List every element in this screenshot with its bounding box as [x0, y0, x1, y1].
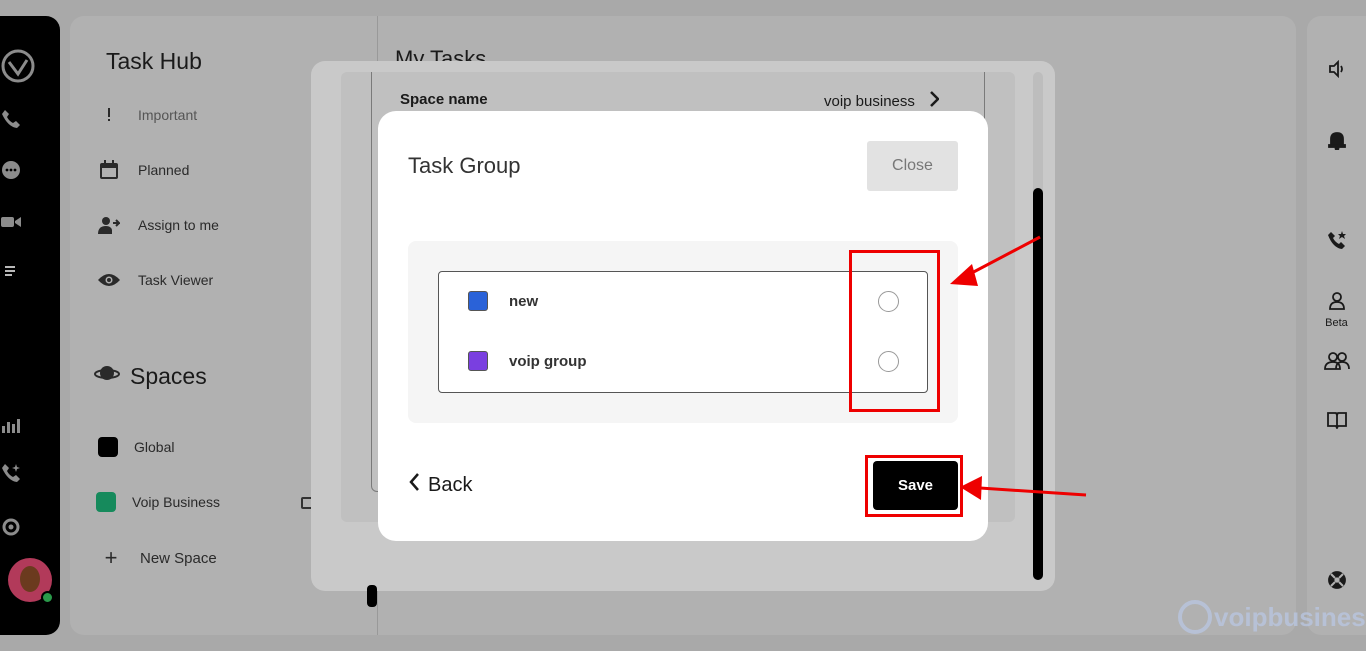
space-name-label: Space name	[400, 91, 488, 108]
analytics-icon[interactable]	[0, 414, 60, 442]
beta-label: Beta	[1325, 317, 1348, 329]
chevron-right-icon	[929, 91, 940, 111]
calendar-icon	[98, 159, 120, 181]
nav-item-label: Assign to me	[138, 217, 219, 233]
watermark: voipbusiness	[1178, 600, 1366, 634]
logo-icon[interactable]	[0, 48, 60, 88]
nav-item-label: Task Viewer	[138, 272, 214, 288]
assign-user-icon	[98, 214, 120, 236]
book-icon[interactable]	[1307, 411, 1366, 429]
tasks-icon[interactable]	[0, 258, 20, 287]
beta-user-button[interactable]: Beta	[1307, 292, 1366, 329]
avatar-face	[20, 566, 40, 592]
speaker-icon[interactable]	[1307, 60, 1366, 78]
gear-icon[interactable]	[0, 516, 60, 544]
phone-icon[interactable]	[0, 108, 60, 136]
group-label: new	[509, 292, 539, 310]
planet-icon	[94, 362, 120, 390]
space-label: Voip Business	[132, 494, 220, 510]
space-label: Global	[134, 439, 175, 455]
annotation-highlight-save	[865, 455, 963, 517]
annotation-highlight-radios	[849, 250, 940, 412]
video-icon[interactable]	[0, 214, 60, 242]
new-space-button[interactable]: + New Space	[100, 545, 217, 570]
back-label: Back	[428, 473, 473, 496]
online-status-icon	[41, 591, 54, 604]
nav-item-planned[interactable]: Planned	[98, 159, 189, 181]
team-icon[interactable]	[1307, 352, 1366, 370]
group-color-swatch	[468, 291, 488, 311]
nav-item-assign-to-me[interactable]: Assign to me	[98, 214, 219, 236]
call-star-icon[interactable]	[1307, 230, 1366, 250]
back-button[interactable]: Back	[408, 472, 472, 498]
chevron-left-icon	[408, 472, 420, 498]
dialog-scrollbar-thumb[interactable]	[1033, 188, 1043, 580]
spaces-title: Spaces	[130, 362, 207, 389]
new-space-label: New Space	[140, 549, 217, 567]
eye-icon	[98, 269, 120, 291]
call-sparkle-icon[interactable]	[0, 462, 60, 490]
group-label: voip group	[509, 352, 587, 370]
plus-icon: +	[104, 545, 118, 570]
close-button[interactable]: Close	[867, 141, 958, 191]
space-item-global[interactable]: Global	[98, 437, 174, 457]
bell-icon[interactable]	[1307, 130, 1366, 150]
watermark-text: voipbusiness	[1214, 601, 1366, 632]
nav-item-label: Important	[138, 107, 198, 123]
lifebuoy-icon[interactable]	[1307, 570, 1366, 590]
space-name-value: voip business	[824, 92, 915, 110]
panel-scrollbar-thumb[interactable]	[367, 585, 377, 607]
nav-item-important[interactable]: Important	[98, 104, 197, 126]
nav-item-task-viewer[interactable]: Task Viewer	[98, 269, 213, 291]
important-icon	[98, 104, 120, 126]
modal-title: Task Group	[408, 153, 521, 178]
task-hub-title: Task Hub	[106, 48, 202, 74]
group-color-swatch	[468, 351, 488, 371]
user-icon	[1328, 292, 1346, 315]
space-item-voip-business[interactable]: Voip Business	[96, 492, 220, 512]
avatar[interactable]	[8, 558, 54, 604]
space-color-swatch	[96, 492, 116, 512]
nav-item-label: Planned	[138, 162, 190, 178]
spaces-heading: Spaces	[94, 362, 207, 390]
watermark-logo-icon	[1178, 600, 1212, 634]
space-color-swatch	[98, 437, 118, 457]
chat-icon[interactable]	[0, 160, 60, 188]
space-name-row[interactable]: voip business	[824, 91, 940, 111]
